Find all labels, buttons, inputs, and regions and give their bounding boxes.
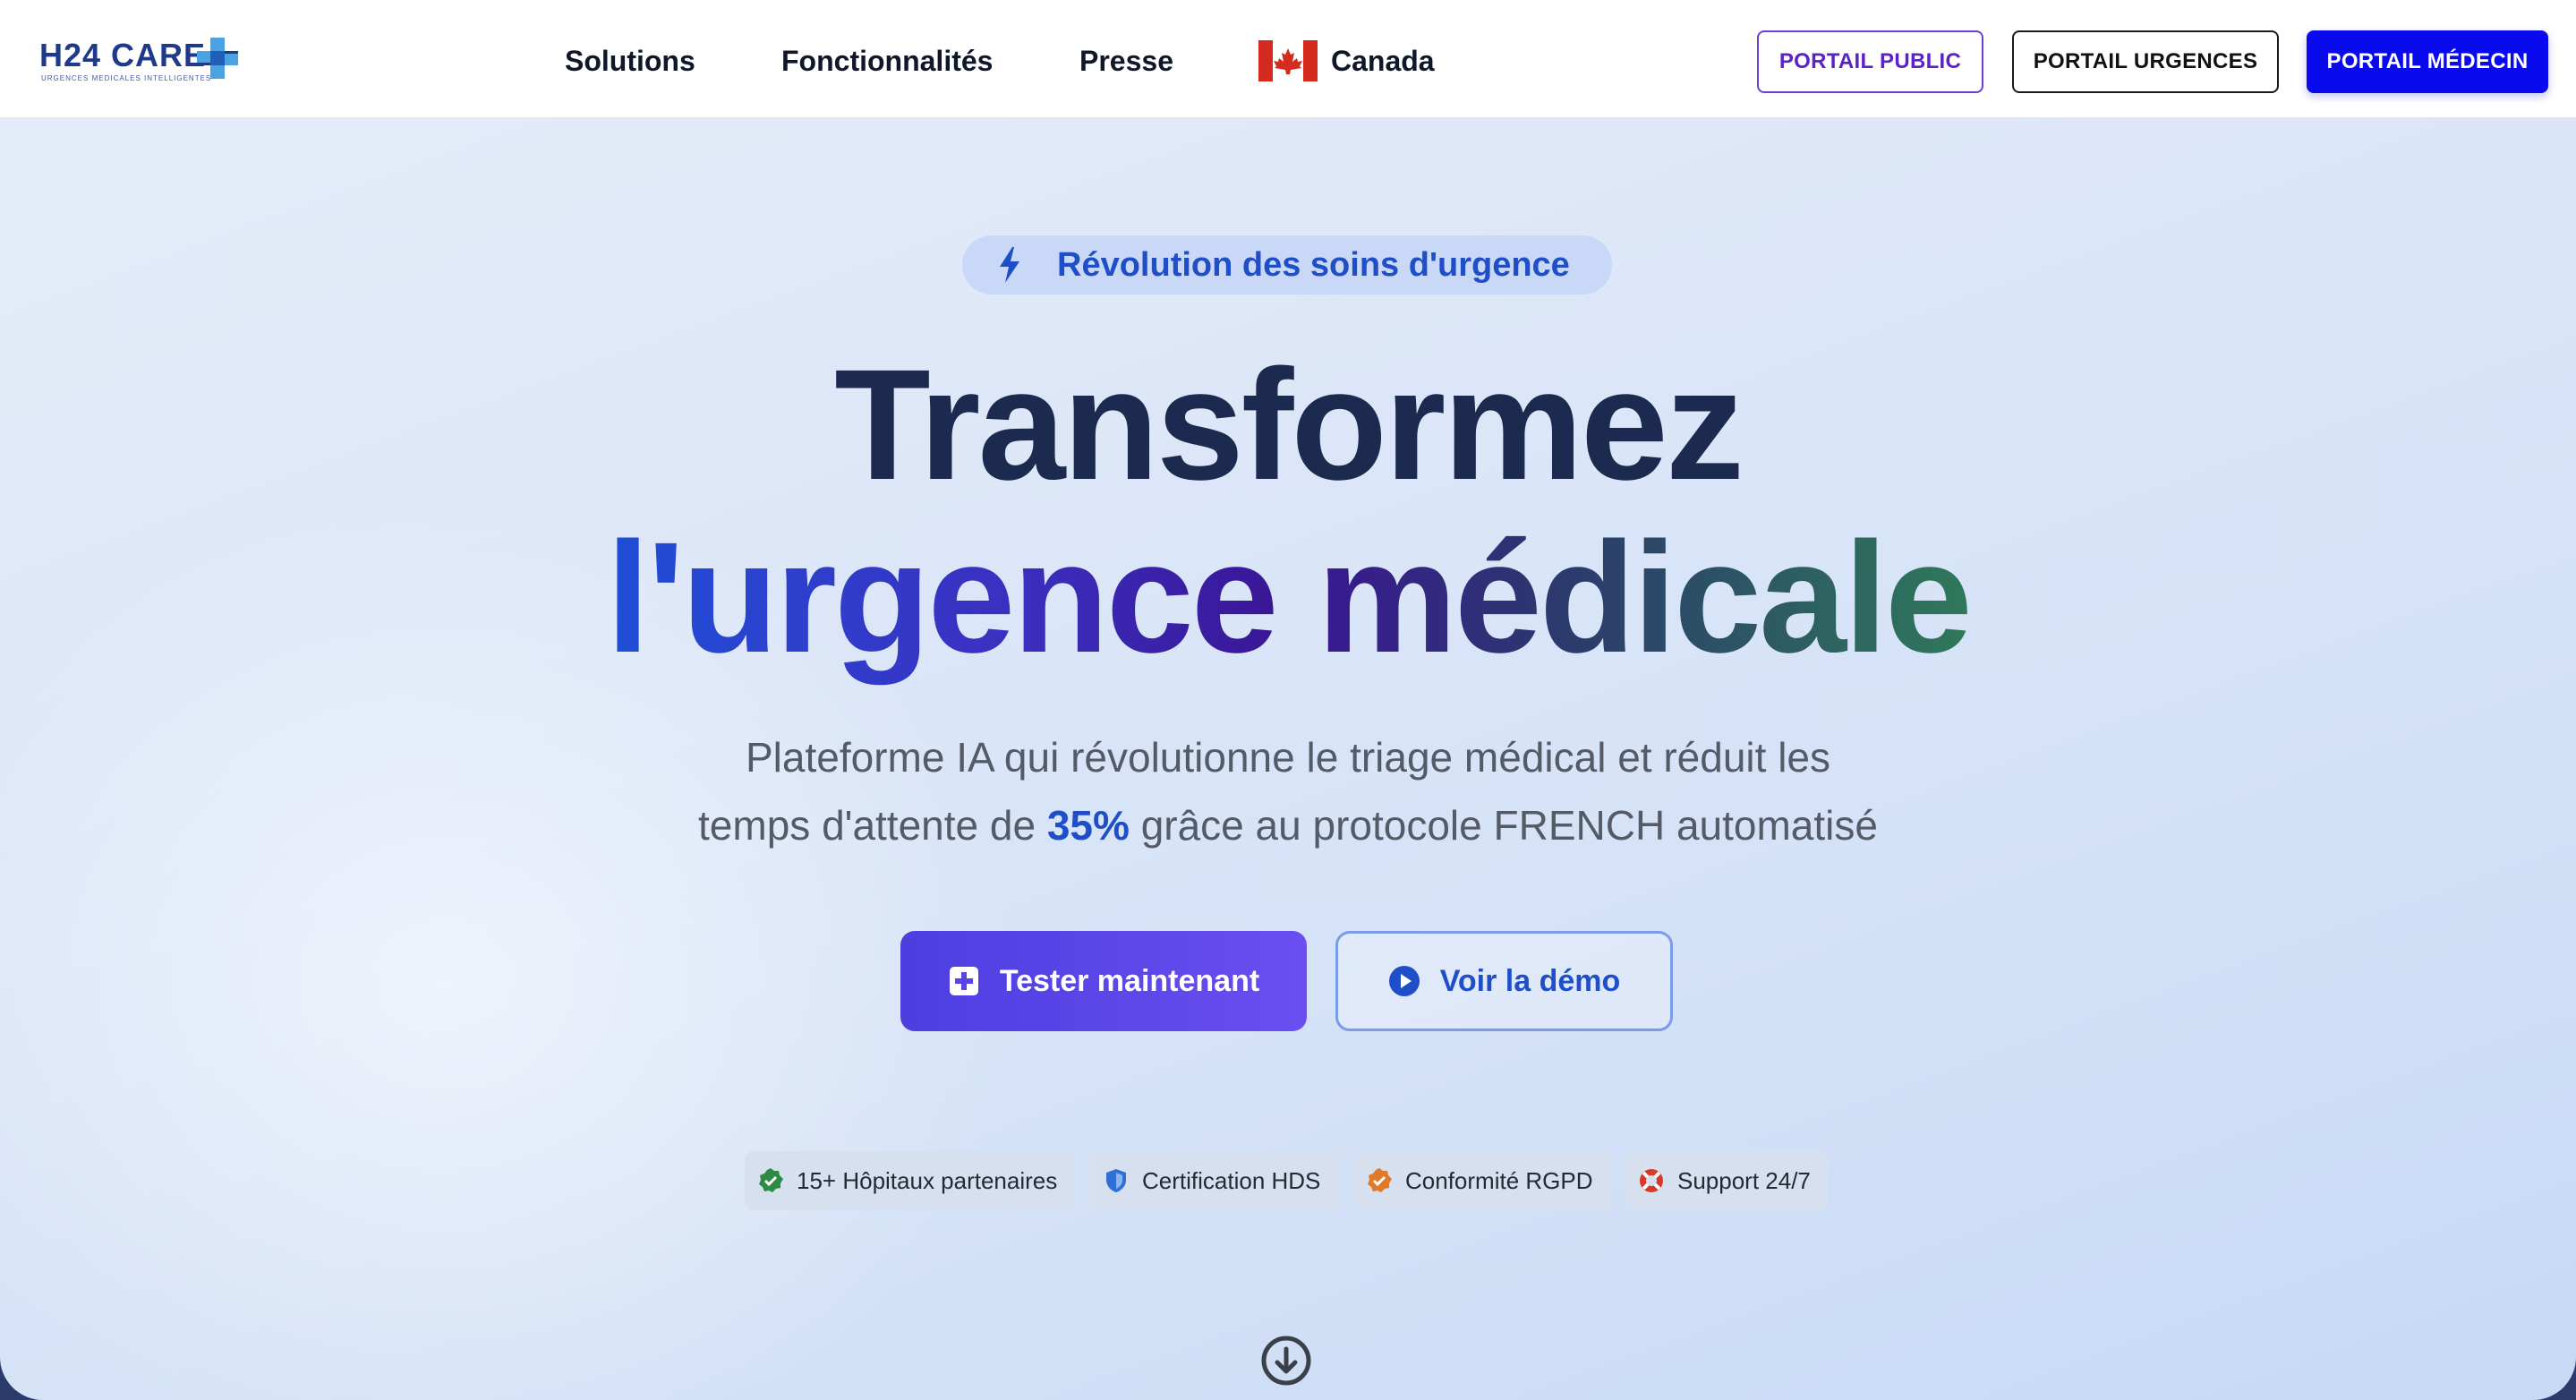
check-badge-icon	[759, 1168, 783, 1192]
portail-public-button[interactable]: PORTAIL PUBLIC	[1757, 30, 1983, 93]
hero-title-line1: Transformez	[834, 337, 1744, 513]
subtitle-part3: grâce au protocole FRENCH automatisé	[1129, 802, 1878, 849]
tester-maintenant-button[interactable]: Tester maintenant	[900, 931, 1307, 1031]
canada-flag-icon[interactable]	[1258, 40, 1318, 81]
certificate-icon	[1368, 1168, 1392, 1192]
lifebuoy-icon	[1640, 1169, 1663, 1192]
subtitle-part2: temps d'attente de	[698, 802, 1047, 849]
hero-title-gradient-text: l'urgence médicale	[597, 510, 1979, 704]
plus-square-icon	[949, 967, 978, 995]
header: H24 CARE URGENCES MEDICALES INTELLIGENTE…	[0, 0, 2576, 119]
scroll-down-icon[interactable]	[1260, 1335, 1312, 1387]
tester-maintenant-label: Tester maintenant	[999, 963, 1260, 998]
portail-medecin-button[interactable]: PORTAIL MÉDECIN	[2307, 30, 2548, 93]
trust-pill-hopitaux: 15+ Hôpitaux partenaires	[745, 1151, 1076, 1210]
page: H24 CARE URGENCES MEDICALES INTELLIGENTE…	[0, 0, 2576, 1400]
medical-cross-icon	[197, 38, 238, 79]
play-circle-icon	[1388, 966, 1420, 996]
subtitle-part1: Plateforme IA qui révolutionne le triage…	[746, 734, 1830, 781]
hero-badge: Révolution des soins d'urgence	[962, 235, 1612, 295]
logo-text: H24 CARE	[39, 37, 207, 73]
portail-urgences-button[interactable]: PORTAIL URGENCES	[2012, 30, 2279, 93]
trust-label-hopitaux: 15+ Hôpitaux partenaires	[797, 1166, 1058, 1194]
trust-pill-hds: Certification HDS	[1090, 1151, 1339, 1210]
badge-text: Révolution des soins d'urgence	[1057, 245, 1570, 284]
hero-subtitle: Plateforme IA qui révolutionne le triage…	[0, 723, 2576, 859]
logo-tagline: URGENCES MEDICALES INTELLIGENTES	[41, 74, 212, 82]
trust-label-hds: Certification HDS	[1142, 1166, 1321, 1194]
nav-canada[interactable]: Canada	[1331, 43, 1435, 79]
lightning-icon	[1000, 247, 1019, 283]
trust-label-rgpd: Conformité RGPD	[1405, 1166, 1593, 1194]
voir-la-demo-label: Voir la démo	[1439, 963, 1621, 998]
subtitle-highlight: 35%	[1046, 802, 1130, 849]
hero-title-line2: l'urgence médicale	[0, 508, 2576, 687]
trust-pill-support: Support 24/7	[1625, 1151, 1828, 1210]
trust-label-support: Support 24/7	[1677, 1166, 1811, 1194]
shield-icon	[1106, 1169, 1126, 1192]
trust-pill-rgpd: Conformité RGPD	[1353, 1151, 1611, 1210]
nav-presse[interactable]: Presse	[1079, 43, 1173, 79]
nav-solutions[interactable]: Solutions	[565, 43, 695, 79]
logo[interactable]: H24 CARE URGENCES MEDICALES INTELLIGENTE…	[39, 36, 245, 86]
nav-fonctionnalites[interactable]: Fonctionnalités	[781, 43, 993, 79]
voir-la-demo-button[interactable]: Voir la démo	[1335, 931, 1673, 1031]
